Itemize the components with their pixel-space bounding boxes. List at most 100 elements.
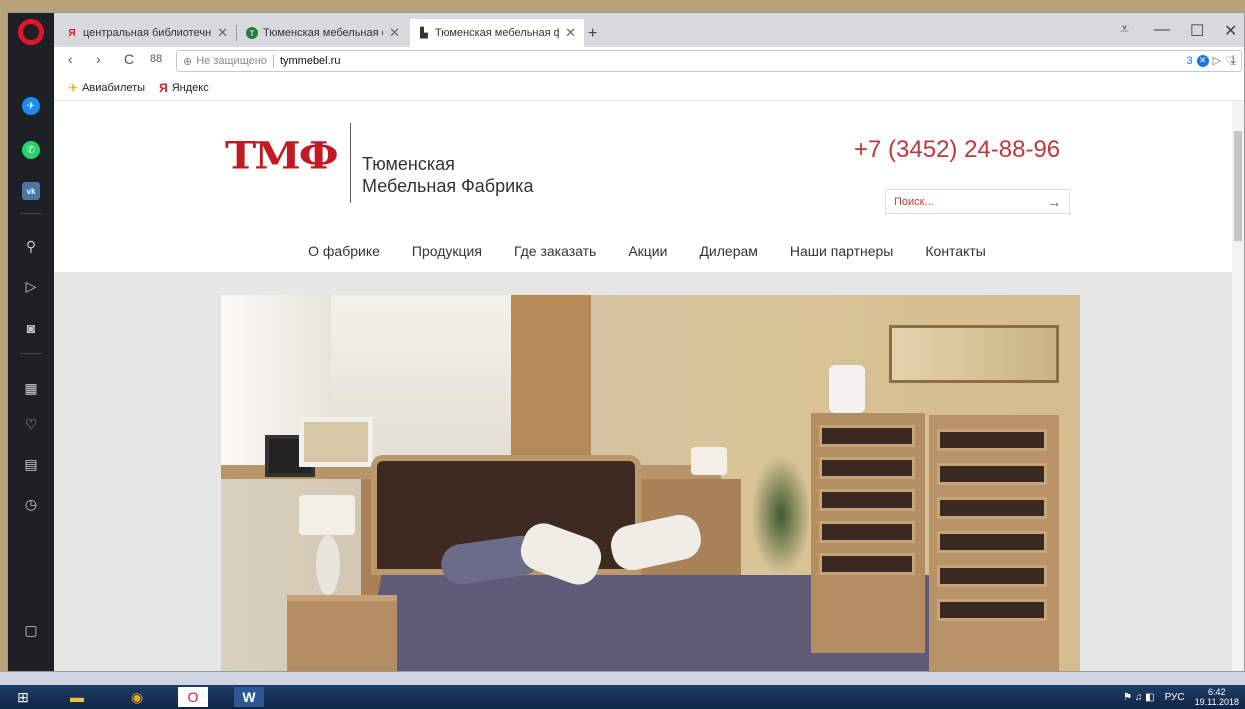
hero-lamp (691, 447, 727, 475)
hero-plant (751, 455, 811, 575)
sidebar-toggle-icon[interactable]: ▢ (20, 619, 42, 641)
history-icon[interactable]: ◷ (20, 493, 42, 515)
close-tab-icon[interactable]: ✕ (217, 25, 228, 41)
sidebar-divider (20, 213, 42, 214)
tab-divider (236, 25, 237, 41)
minimize-button[interactable]: — (1154, 21, 1170, 39)
windows-start-icon[interactable]: ⊞ (8, 687, 38, 707)
menu-item-contacts[interactable]: Контакты (925, 243, 985, 259)
tab-bar: Я центральная библиотечн ✕ т Тюменская м… (54, 13, 1244, 47)
yandex-icon: Я (159, 80, 168, 95)
hero-bedroom-image[interactable] (221, 295, 1080, 671)
flow-icon[interactable]: ▷ (1213, 54, 1221, 67)
tab-title: Тюменская мебельная ф (435, 27, 560, 39)
main-menu: О фабрике Продукция Где заказать Акции Д… (54, 229, 1234, 273)
word-icon[interactable]: W (234, 687, 264, 707)
opera-sidebar: ✈ ✆ vk ⚲ ▷ ◙ ▦ ♡ ▤ ◷ ▢ (8, 13, 54, 671)
hero-lamp-base (316, 535, 340, 595)
adblock-icon[interactable]: ✕ (1196, 54, 1209, 67)
hero-drawer (819, 553, 915, 575)
speed-dial-icon[interactable]: ▦ (20, 377, 42, 399)
site-logo[interactable]: ТМФ (225, 133, 339, 177)
hero-drawer (819, 425, 915, 447)
desktop: ✈ ✆ vk ⚲ ▷ ◙ ▦ ♡ ▤ ◷ ▢ Я центральная биб… (0, 0, 1245, 709)
adblock-count: 3 (1186, 54, 1193, 67)
url-field[interactable]: ⊕ Не защищено tymmebel.ru 3 ✕ ▷ ♡ (176, 50, 1242, 72)
vk-icon[interactable]: vk (22, 182, 40, 200)
opera-logo-icon[interactable] (18, 19, 44, 45)
send-icon[interactable]: ▷ (20, 275, 42, 297)
bookmark-label: Яндекс (171, 81, 209, 94)
menu-item-about[interactable]: О фабрике (308, 243, 380, 259)
hero-drawer (819, 489, 915, 511)
file-explorer-icon[interactable]: ▬ (62, 687, 92, 707)
tab-2[interactable]: т Тюменская мебельная ф ✕ (238, 19, 408, 47)
heart-icon[interactable]: ♡ (20, 413, 42, 435)
reload-button[interactable]: C (124, 51, 134, 67)
new-tab-button[interactable]: + (588, 25, 597, 43)
site-favicon-icon: т (246, 27, 258, 39)
security-indicator[interactable]: ⊕ Не защищено (177, 55, 267, 68)
url-actions: 3 ✕ ▷ ♡ (1187, 54, 1235, 67)
sidebar-divider (20, 353, 42, 354)
hero-wood-panel (511, 295, 591, 475)
hero-drawer (819, 521, 915, 543)
address-bar-row: ‹ › C 88 ⊕ Не защищено tymmebel.ru 3 ✕ ▷… (54, 47, 1244, 75)
security-text: Не защищено (196, 55, 267, 67)
company-line-2: Мебельная Фабрика (362, 176, 534, 196)
menu-item-promotions[interactable]: Акции (628, 243, 667, 259)
windows-taskbar: ⊞ ▬ ◉ O W ⚑ ♫ ◧ РУС 6:42 19.11.2018 (0, 685, 1245, 709)
tab-1[interactable]: Я центральная библиотечн ✕ (58, 19, 236, 47)
menu-item-products[interactable]: Продукция (412, 243, 482, 259)
bookmark-label: Авиабилеты (82, 81, 146, 94)
menu-item-dealers[interactable]: Дилерам (699, 243, 757, 259)
page-scrollbar[interactable] (1232, 101, 1244, 671)
bookmark-aviabilety[interactable]: ✈ Авиабилеты (68, 81, 145, 95)
site-search-input[interactable]: Поиск... → (885, 189, 1070, 214)
menu-item-where-to-order[interactable]: Где заказать (514, 243, 596, 259)
yandex-icon: Я (68, 27, 76, 39)
clock-date: 19.11.2018 (1194, 697, 1239, 707)
back-button[interactable]: ‹ (68, 51, 73, 67)
tray-icons[interactable]: ⚑ ♫ ◧ (1123, 692, 1154, 703)
camera-icon[interactable]: ◙ (20, 317, 42, 339)
close-window-button[interactable]: ✕ (1224, 21, 1237, 41)
messenger-icon[interactable]: ✈ (22, 97, 40, 115)
search-icon[interactable]: ⚲ (20, 235, 42, 257)
hero-dresser (929, 415, 1059, 671)
maximize-button[interactable]: ☐ (1190, 21, 1204, 41)
company-name: Тюменская Мебельная Фабрика (362, 153, 533, 197)
company-line-1: Тюменская (362, 154, 455, 174)
keyboard-language[interactable]: РУС (1165, 692, 1185, 703)
url-divider (272, 54, 274, 68)
close-tab-icon[interactable]: ✕ (389, 25, 400, 41)
hero-nightstand (287, 595, 397, 671)
news-icon[interactable]: ▤ (20, 453, 42, 475)
bookmarks-bar: ✈ Авиабилеты Я Яндекс (54, 75, 1244, 101)
close-tab-icon[interactable]: ✕ (565, 25, 576, 41)
opera-taskbar-icon[interactable]: O (178, 687, 208, 707)
chrome-icon[interactable]: ◉ (122, 687, 152, 707)
forward-button[interactable]: › (96, 51, 101, 67)
phone-number[interactable]: +7 (3452) 24-88-96 (854, 136, 1060, 164)
hero-drawer (937, 565, 1047, 587)
hero-lamp (299, 495, 355, 535)
hero-drawer (937, 599, 1047, 621)
page-icon: ▙ (420, 27, 428, 39)
web-page: ТМФ Тюменская Мебельная Фабрика +7 (3452… (54, 101, 1234, 671)
menu-item-partners[interactable]: Наши партнеры (790, 243, 893, 259)
hero-drawer (937, 531, 1047, 553)
hero-drawer (937, 429, 1047, 451)
background-window-strip (0, 672, 1245, 685)
bookmark-yandex[interactable]: Я Яндекс (159, 81, 209, 95)
download-icon[interactable]: ⤓ (1230, 52, 1236, 68)
search-placeholder: Поиск... (894, 195, 934, 208)
taskbar-clock[interactable]: 6:42 19.11.2018 (1195, 687, 1239, 707)
tab-menu-icon[interactable]: ⩡ (1120, 21, 1129, 39)
tab-3-active[interactable]: ▙ Тюменская мебельная ф ✕ (410, 19, 584, 47)
arrow-right-icon[interactable]: → (1047, 194, 1061, 210)
scrollbar-thumb[interactable] (1234, 131, 1242, 241)
clock-time: 6:42 (1208, 687, 1226, 697)
whatsapp-icon[interactable]: ✆ (22, 141, 40, 159)
speed-dial-button[interactable]: 88 (150, 53, 162, 65)
